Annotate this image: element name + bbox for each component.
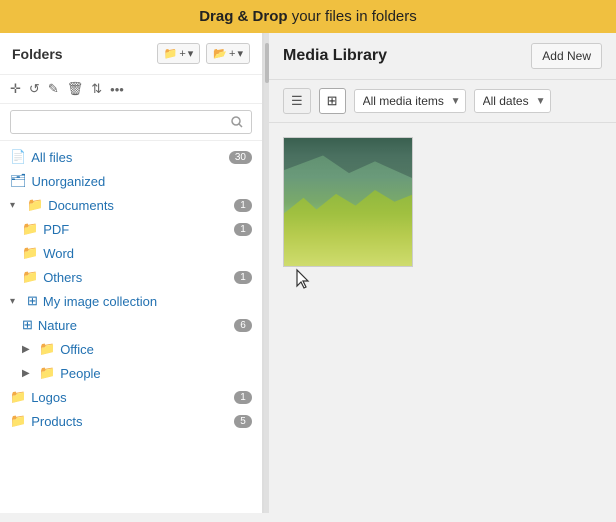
chevron-down-icon: ▾ bbox=[10, 200, 22, 211]
nature-badge: 6 bbox=[234, 319, 252, 332]
products-badge: 5 bbox=[234, 415, 252, 428]
folder-icon: 📁 bbox=[22, 269, 38, 285]
folders-header: Folders 📁 + ▾ 📂 + ▾ bbox=[0, 33, 262, 75]
sidebar-item-label: PDF bbox=[43, 222, 69, 237]
sidebar-item-label: Unorganized bbox=[32, 174, 106, 189]
cursor-overlay bbox=[294, 268, 314, 295]
chevron-down-icon: ▾ bbox=[188, 47, 194, 60]
date-filter[interactable]: All dates bbox=[474, 89, 551, 113]
folder-icon: 📁 bbox=[164, 47, 178, 60]
folder-tree: 📄 All files 30 🗂 Unorganized ▾ 📁 Documen… bbox=[0, 141, 262, 513]
chevron-right-icon: ▶ bbox=[22, 344, 34, 355]
sidebar-item-nature[interactable]: ⊞ Nature 6 bbox=[0, 313, 262, 337]
sidebar-item-people[interactable]: ▶ 📁 People bbox=[0, 361, 262, 385]
sidebar-item-label: My image collection bbox=[43, 294, 157, 309]
folder-icon: 📁 bbox=[22, 245, 38, 261]
sidebar-item-documents[interactable]: ▾ 📁 Documents 1 bbox=[0, 193, 262, 217]
folder-icon: 📁 bbox=[39, 365, 55, 381]
refresh-icon[interactable]: ↺ bbox=[29, 81, 40, 97]
more-icon[interactable]: ••• bbox=[110, 82, 124, 97]
media-filter-wrapper: All media items ▼ bbox=[354, 89, 466, 113]
delete-icon[interactable]: 🗑 bbox=[67, 81, 84, 97]
folder-icon: 📁 bbox=[39, 341, 55, 357]
sidebar-item-my-image-collection[interactable]: ▾ ⊞ My image collection bbox=[0, 289, 262, 313]
sidebar-item-label: Documents bbox=[48, 198, 114, 213]
logos-badge: 1 bbox=[234, 391, 252, 404]
sidebar-item-label: People bbox=[60, 366, 100, 381]
pdf-badge: 1 bbox=[234, 223, 252, 236]
list-icon: ☰ bbox=[291, 93, 303, 108]
sidebar-item-label: Logos bbox=[31, 390, 66, 405]
date-filter-wrapper: All dates ▼ bbox=[474, 89, 551, 113]
sidebar-item-office[interactable]: ▶ 📁 Office bbox=[0, 337, 262, 361]
sort-icon[interactable]: ⇅ bbox=[91, 81, 102, 97]
media-grid bbox=[269, 123, 616, 513]
sidebar-item-logos[interactable]: 📁 Logos 1 bbox=[0, 385, 262, 409]
list-view-button[interactable]: ☰ bbox=[283, 88, 311, 114]
folder-toolbar: ✛ ↺ ✎ 🗑 ⇅ ••• bbox=[0, 75, 262, 104]
add-new-button[interactable]: Add New bbox=[531, 43, 602, 69]
top-banner: Drag & Drop your files in folders bbox=[0, 0, 616, 33]
sidebar-item-label: Nature bbox=[38, 318, 77, 333]
new-subfolder-button[interactable]: 📂 + ▾ bbox=[206, 43, 250, 64]
file-icon: 📄 bbox=[10, 149, 26, 165]
folder-outline-icon: 📁 bbox=[10, 413, 26, 429]
others-badge: 1 bbox=[234, 271, 252, 284]
sidebar-item-label: All files bbox=[31, 150, 72, 165]
grid-view-button[interactable]: ⊞ bbox=[319, 88, 346, 114]
banner-bold-text: Drag & Drop bbox=[199, 8, 287, 25]
sidebar-item-label: Others bbox=[43, 270, 82, 285]
banner-rest-text: your files in folders bbox=[288, 8, 417, 25]
grid-icon: ⊞ bbox=[27, 293, 38, 309]
new-folder-label: + bbox=[179, 48, 185, 60]
folder-icon: 📁 bbox=[22, 221, 38, 237]
search-input[interactable] bbox=[10, 110, 252, 134]
grid-icon: ⊞ bbox=[327, 93, 338, 108]
all-files-badge: 30 bbox=[229, 151, 252, 164]
media-type-filter[interactable]: All media items bbox=[354, 89, 466, 113]
media-header: Media Library Add New bbox=[269, 33, 616, 80]
chevron-down-icon: ▾ bbox=[10, 296, 22, 307]
search-row bbox=[0, 104, 262, 141]
chevron-down-icon-2: ▾ bbox=[237, 47, 243, 60]
scrollbar-thumb[interactable] bbox=[265, 43, 269, 83]
sidebar-item-label: Office bbox=[60, 342, 94, 357]
new-subfolder-label: + bbox=[229, 48, 235, 60]
media-item-nature[interactable] bbox=[283, 137, 413, 267]
sidebar-item-label: Products bbox=[31, 414, 82, 429]
sidebar-item-unorganized[interactable]: 🗂 Unorganized bbox=[0, 169, 262, 193]
subfolder-icon: 📂 bbox=[213, 47, 227, 60]
sidebar-item-products[interactable]: 📁 Products 5 bbox=[0, 409, 262, 433]
chevron-right-icon: ▶ bbox=[22, 368, 34, 379]
sidebar-item-others[interactable]: 📁 Others 1 bbox=[0, 265, 262, 289]
documents-badge: 1 bbox=[234, 199, 252, 212]
sidebar-item-label: Word bbox=[43, 246, 74, 261]
sidebar-item-pdf[interactable]: 📁 PDF 1 bbox=[0, 217, 262, 241]
sidebar-item-word[interactable]: 📁 Word bbox=[0, 241, 262, 265]
new-folder-button[interactable]: 📁 + ▾ bbox=[157, 43, 201, 64]
folders-title: Folders bbox=[12, 46, 151, 62]
media-library-title: Media Library bbox=[283, 47, 521, 65]
sidebar-item-all-files[interactable]: 📄 All files 30 bbox=[0, 145, 262, 169]
nature-thumbnail bbox=[284, 138, 413, 267]
folder-outline-icon: 🗂 bbox=[10, 173, 27, 189]
folder-outline-icon: 📁 bbox=[10, 389, 26, 405]
grid-icon: ⊞ bbox=[22, 317, 33, 333]
media-toolbar: ☰ ⊞ All media items ▼ All dates ▼ bbox=[269, 80, 616, 123]
move-icon[interactable]: ✛ bbox=[10, 81, 21, 97]
cursor-icon bbox=[294, 268, 314, 292]
folder-icon: 📁 bbox=[27, 197, 43, 213]
edit-icon[interactable]: ✎ bbox=[48, 81, 59, 97]
